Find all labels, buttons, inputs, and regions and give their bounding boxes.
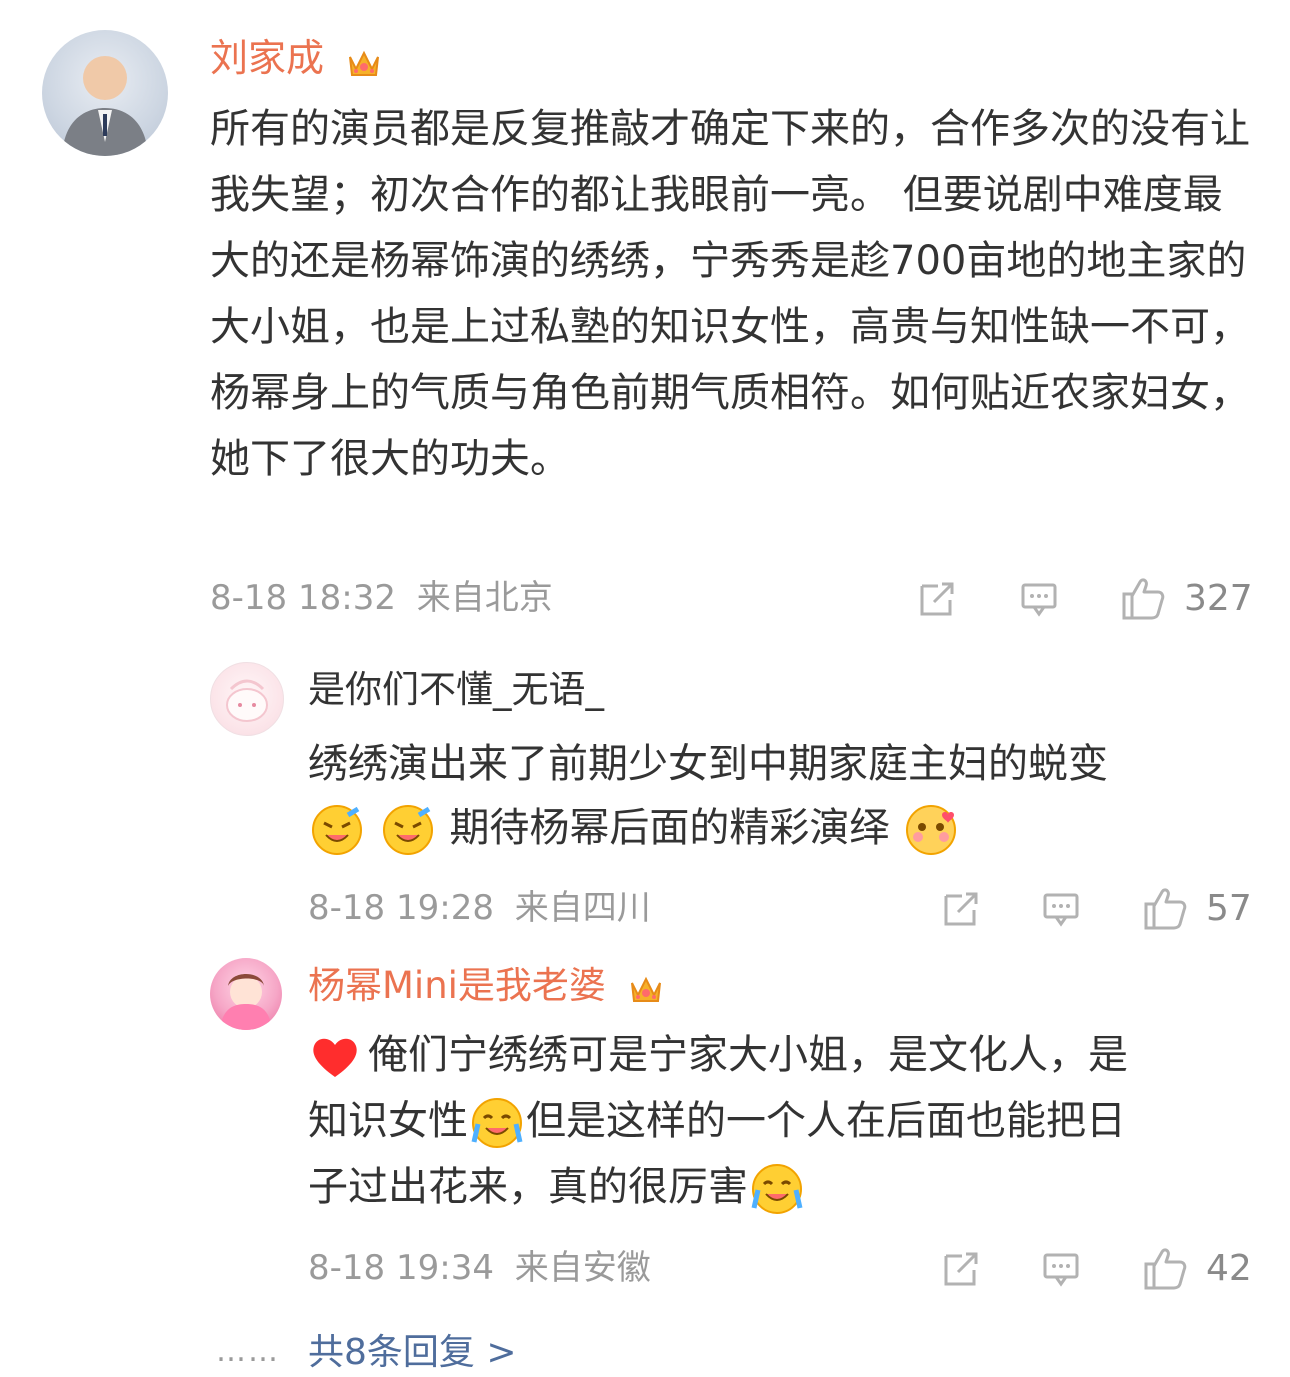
share-icon (920, 582, 954, 616)
more-replies-dots: …… (216, 1334, 280, 1369)
thumbs-up-icon (1144, 888, 1187, 930)
share-icon (944, 1252, 978, 1286)
avatar-image (226, 679, 268, 722)
reply-time: 8-18 19:34 (308, 1248, 494, 1288)
share-button[interactable] (916, 578, 958, 624)
reply-time: 8-18 19:28 (308, 888, 494, 928)
like-count: 42 (1206, 1248, 1252, 1289)
comment-icon (1021, 583, 1057, 617)
like-button[interactable] (1140, 884, 1190, 938)
reply-text-line: 俺们宁绣绣可是宁家大小姐，是文化人，是 (308, 1022, 1248, 1088)
reply-text-line: 子过出花来，真的很厉害 (308, 1154, 1248, 1220)
comment-text: 所有的演员都是反复推敲才确定下来的，合作多次的没有让我失望；初次合作的都让我眼前… (210, 106, 1250, 482)
reply-username[interactable]: 杨幂Mini是我老婆 (308, 962, 664, 1010)
comment-meta: 8-18 18:32 来自北京 (210, 576, 553, 620)
thumbs-up-icon (1144, 1248, 1187, 1290)
like-count: 327 (1184, 578, 1253, 619)
avatar-image (220, 974, 272, 1030)
comment-icon (1043, 1253, 1079, 1287)
share-icon (944, 892, 978, 926)
like-button[interactable] (1140, 1244, 1190, 1298)
reply-button[interactable] (1018, 578, 1060, 624)
reply-button[interactable] (1040, 1248, 1082, 1294)
laugh-cry-emoji-icon (381, 803, 435, 857)
reply-meta: 8-18 19:34 来自安徽 (308, 1246, 651, 1290)
vip-crown-icon (346, 44, 382, 78)
vip-crown-icon (628, 971, 664, 1005)
reply-text: 俺们宁绣绣可是宁家大小姐，是文化人，是 知识女性 但是这样的一个人在后面也能把日… (308, 1022, 1248, 1220)
reply-avatar[interactable] (210, 958, 282, 1030)
share-button[interactable] (940, 1248, 982, 1294)
comment-time: 8-18 18:32 (210, 578, 396, 618)
comment-icon (1043, 893, 1079, 927)
thumbs-up-icon (1122, 578, 1165, 620)
reply-text-line: 期待杨幂后面的精彩演绎 (308, 796, 1248, 860)
blush-love-emoji-icon (904, 803, 958, 857)
comment-location: 来自北京 (416, 578, 553, 618)
like-count: 57 (1206, 888, 1252, 929)
username-text[interactable]: 杨幂Mini是我老婆 (308, 964, 606, 1007)
like-button[interactable] (1118, 574, 1168, 628)
reply-avatar[interactable] (210, 662, 284, 736)
reply-text-fragment: 期待杨幂后面的精彩演绎 (449, 805, 890, 851)
cry-laugh-emoji-icon (750, 1162, 804, 1216)
reply-meta: 8-18 19:28 来自四川 (308, 886, 651, 930)
reply-text-fragment: 知识女性 (308, 1098, 468, 1144)
more-replies-link[interactable]: 共8条回复 > (308, 1330, 517, 1376)
reply-location: 来自安徽 (514, 1248, 651, 1288)
reply-text: 绣绣演出来了前期少女到中期家庭主妇的蜕变 期待杨幂后面的精彩演绎 (308, 732, 1248, 860)
avatar-image (62, 56, 148, 156)
heart-icon (308, 1033, 362, 1081)
reply-text-fragment: 但是这样的一个人在后面也能把日 (526, 1098, 1126, 1144)
reply-text-fragment: 子过出花来，真的很厉害 (308, 1164, 748, 1210)
reply-text-line: 绣绣演出来了前期少女到中期家庭主妇的蜕变 (308, 741, 1108, 787)
reply-location: 来自四川 (514, 888, 651, 928)
reply-text-fragment: 俺们宁绣绣可是宁家大小姐，是文化人，是 (368, 1032, 1128, 1078)
comment-username[interactable]: 刘家成 (210, 34, 382, 82)
username-text[interactable]: 刘家成 (210, 36, 324, 80)
cry-laugh-emoji-icon (470, 1096, 524, 1150)
reply-text-line: 知识女性 但是这样的一个人在后面也能把日 (308, 1088, 1248, 1154)
reply-username[interactable]: 是你们不懂_无语_ (308, 666, 604, 714)
reply-button[interactable] (1040, 888, 1082, 934)
avatar[interactable] (42, 30, 168, 156)
laugh-cry-emoji-icon (310, 803, 364, 857)
share-button[interactable] (940, 888, 982, 934)
